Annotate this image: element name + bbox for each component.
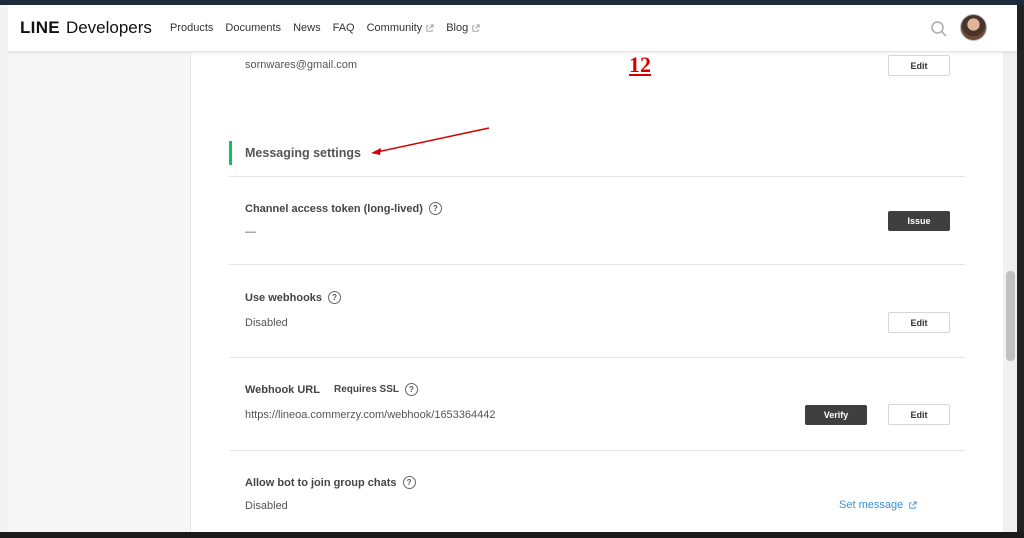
token-label: Channel access token (long-lived) bbox=[245, 202, 423, 215]
nav-faq-label: FAQ bbox=[332, 22, 355, 34]
divider bbox=[229, 357, 965, 358]
help-icon[interactable]: ? bbox=[328, 291, 342, 304]
nav-news-label: News bbox=[293, 22, 321, 34]
logo-developers-text: Developers bbox=[65, 18, 152, 37]
divider bbox=[229, 176, 965, 177]
group-chats-value: Disabled bbox=[245, 500, 288, 512]
webhook-url-edit-button[interactable]: Edit bbox=[888, 404, 950, 425]
webhook-url-value: https://lineoa.commerzy.com/webhook/1653… bbox=[245, 409, 496, 421]
email-edit-button[interactable]: Edit bbox=[888, 55, 950, 76]
step-annotation: 12 bbox=[629, 52, 651, 77]
external-link-icon bbox=[426, 23, 434, 32]
account-email: sornwares@gmail.com bbox=[245, 59, 358, 71]
nav-documents-label: Documents bbox=[225, 22, 282, 34]
top-header: LINE Developers Products Documents News F… bbox=[8, 5, 1017, 52]
help-icon[interactable]: ? bbox=[405, 383, 418, 396]
logo-line-text: LINE bbox=[20, 18, 60, 37]
nav-products-label: Products bbox=[170, 22, 214, 34]
group-chats-label: Allow bot to join group chats bbox=[245, 476, 397, 489]
nav-faq[interactable]: FAQ bbox=[333, 22, 355, 34]
requires-ssl-label: Requires SSL bbox=[333, 384, 399, 395]
group-chats-label-row: Allow bot to join group chats ? bbox=[245, 476, 416, 489]
help-icon[interactable]: ? bbox=[428, 202, 442, 215]
line-developers-logo[interactable]: LINE Developers bbox=[20, 18, 152, 38]
external-link-icon bbox=[472, 23, 480, 32]
main-content: sornwares@gmail.com Edit 12 Messaging se… bbox=[191, 52, 1003, 532]
set-message-label: Set message bbox=[839, 499, 904, 511]
scrollbar-thumb[interactable] bbox=[1006, 271, 1015, 361]
webhook-url-label: Webhook URL bbox=[245, 383, 320, 396]
webhook-url-label-row: Webhook URL Requires SSL ? bbox=[245, 383, 418, 396]
nav-products[interactable]: Products bbox=[170, 22, 213, 34]
right-edge bbox=[1017, 5, 1024, 538]
nav-community-label: Community bbox=[366, 22, 423, 34]
nav-blog-label: Blog bbox=[446, 22, 469, 34]
webhooks-value: Disabled bbox=[245, 317, 288, 329]
user-avatar[interactable] bbox=[960, 14, 987, 41]
token-value: — bbox=[245, 226, 256, 238]
webhooks-label-row: Use webhooks ? bbox=[245, 291, 342, 304]
section-accent-bar bbox=[229, 141, 232, 165]
nav-blog[interactable]: Blog bbox=[446, 22, 480, 34]
messaging-settings-title: Messaging settings bbox=[245, 146, 361, 160]
divider bbox=[229, 450, 965, 451]
webhooks-edit-button[interactable]: Edit bbox=[888, 312, 950, 333]
main-nav: Products Documents News FAQ Community Bl… bbox=[170, 22, 480, 34]
issue-button[interactable]: Issue bbox=[888, 211, 950, 231]
nav-community[interactable]: Community bbox=[367, 22, 435, 34]
nav-documents[interactable]: Documents bbox=[225, 22, 281, 34]
browser-window: LINE Developers Products Documents News F… bbox=[8, 5, 1017, 532]
nav-news[interactable]: News bbox=[293, 22, 321, 34]
token-label-row: Channel access token (long-lived) ? bbox=[245, 202, 442, 215]
external-link-icon bbox=[909, 500, 917, 509]
help-icon[interactable]: ? bbox=[402, 476, 416, 489]
left-sidebar bbox=[8, 52, 191, 532]
set-message-link[interactable]: Set message bbox=[839, 499, 917, 511]
left-edge bbox=[0, 5, 8, 538]
verify-button[interactable]: Verify bbox=[805, 405, 867, 425]
bottom-edge bbox=[0, 532, 1024, 538]
webhooks-label: Use webhooks bbox=[245, 291, 323, 304]
divider bbox=[229, 264, 965, 265]
search-icon[interactable] bbox=[930, 20, 948, 38]
